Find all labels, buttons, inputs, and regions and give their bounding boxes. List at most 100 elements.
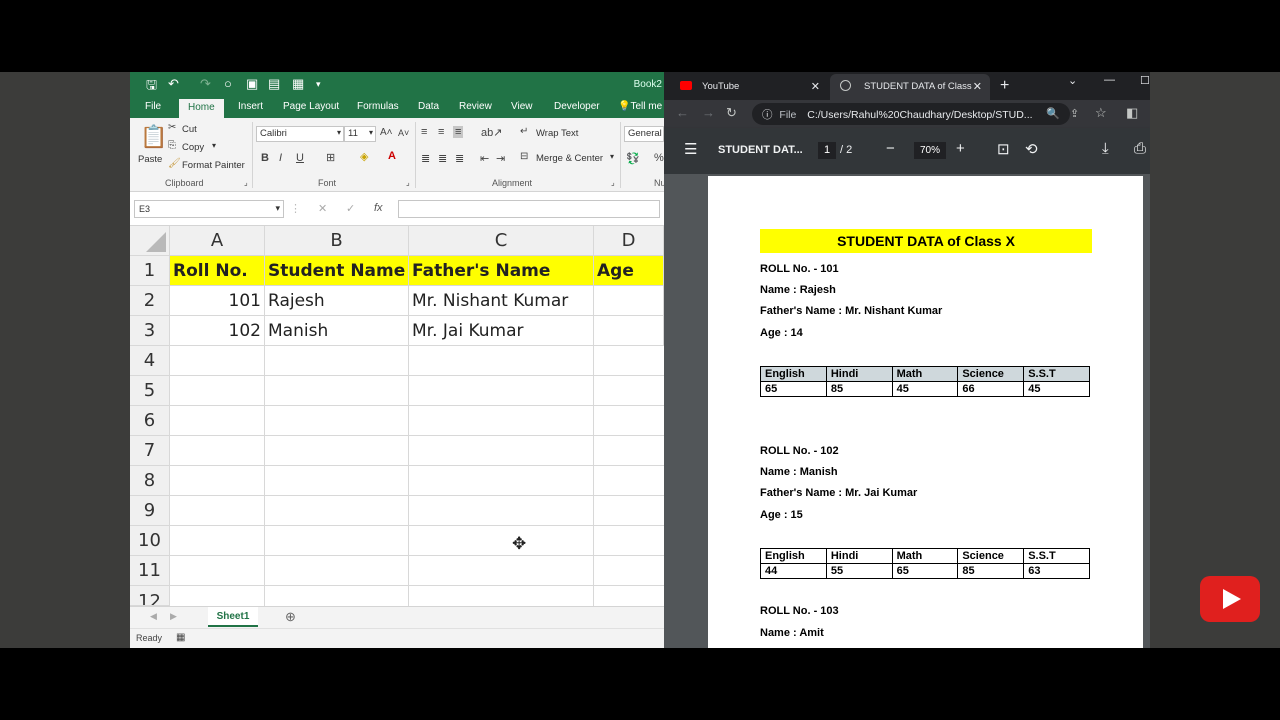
insert-function-icon[interactable]: fx [374,202,383,214]
quick-print-icon[interactable]: ▣ [246,76,258,92]
row-header[interactable]: 5 [130,376,170,406]
tab-review[interactable]: Review [459,101,492,112]
add-sheet-icon[interactable]: ⊕ [285,609,296,625]
align-left-icon[interactable]: ≣ [421,152,430,165]
top-align-icon[interactable]: ≡ [421,126,427,138]
shrink-font-icon[interactable]: A˅ [398,128,409,138]
bold-icon[interactable]: B [261,152,269,164]
currency-icon[interactable]: 💱 [626,152,640,165]
cell-c1[interactable]: Father's Name [409,256,594,286]
cell-c3[interactable]: Mr. Jai Kumar [409,316,594,346]
back-icon[interactable]: ← [676,105,689,120]
middle-align-icon[interactable]: ≡ [438,126,444,138]
cell-d3[interactable] [594,316,664,346]
menu-icon[interactable]: ☰ [684,140,697,158]
close-icon[interactable]: ✕ [973,80,982,93]
zoom-search-icon[interactable]: 🔍 [1046,107,1060,120]
percent-icon[interactable]: % [654,152,664,164]
number-format-select[interactable]: General [624,126,664,142]
tell-me-search[interactable]: 💡Tell me [618,101,662,112]
close-icon[interactable]: ✕ [811,80,820,93]
column-header-b[interactable]: B [265,226,409,256]
reload-icon[interactable]: ↻ [726,105,737,121]
font-name-select[interactable]: Calibri ▾ [256,126,344,142]
minimize-icon[interactable]: — [1104,74,1115,86]
tab-formulas[interactable]: Formulas [357,101,399,112]
undo-icon[interactable]: ↶ [168,76,179,92]
cell-a2[interactable]: 101 [170,286,265,316]
tab-youtube[interactable]: YouTube ✕ [668,74,828,100]
increase-indent-icon[interactable]: ⇥ [496,152,505,165]
tab-search-icon[interactable]: ⌄ [1068,74,1077,87]
cell-d1[interactable]: Age [594,256,664,286]
address-bar[interactable]: ⓘ File C:/Users/Rahul%20Chaudhary/Deskto… [752,103,1070,125]
align-center-icon[interactable]: ≣ [438,152,447,165]
save-icon[interactable]: 🖫 [146,76,157,98]
name-box[interactable]: E3 ▾ [134,200,284,218]
cell-b2[interactable]: Rajesh [265,286,409,316]
forward-icon[interactable]: → [702,105,715,120]
share-icon[interactable]: ⇪ [1070,107,1079,120]
print-preview-icon[interactable]: ▤ [268,76,280,92]
tab-insert[interactable]: Insert [238,101,263,112]
format-painter-button[interactable]: 🖌 Format Painter [168,158,248,172]
tab-student-data[interactable]: STUDENT DATA of Class X ✕ [830,74,990,100]
empty-cells-area[interactable] [170,346,664,606]
cell-a1[interactable]: Roll No. [170,256,265,286]
redo-icon[interactable]: ↷ [200,76,211,92]
merge-center-button[interactable]: ⊟ Merge & Center ▾ [520,151,618,165]
column-header-a[interactable]: A [170,226,265,256]
fit-page-icon[interactable]: ⊡ [997,140,1010,158]
align-right-icon[interactable]: ≣ [455,152,464,165]
paste-button[interactable]: 📋 Paste [136,124,167,172]
copy-button[interactable]: ⎘ Copy ▾ [168,140,218,154]
side-panel-icon[interactable]: ◧ [1126,105,1138,121]
cell-b1[interactable]: Student Name [265,256,409,286]
row-header[interactable]: 9 [130,496,170,526]
download-icon[interactable]: ⤓ [1102,140,1109,157]
font-color-icon[interactable]: A [388,150,396,162]
pdf-viewer[interactable]: STUDENT DATA of Class X ROLL No. - 101 N… [664,174,1150,648]
customize-toolbar-icon[interactable]: ▾ [316,79,321,90]
prev-sheet-icon[interactable]: ◀ [150,611,157,622]
italic-icon[interactable]: I [279,152,282,164]
cut-button[interactable]: ✂ Cut [168,122,208,136]
row-header[interactable]: 2 [130,286,170,316]
cancel-icon[interactable]: ✕ [318,202,327,215]
zoom-in-icon[interactable]: + [956,140,965,157]
new-tab-icon[interactable]: + [1000,77,1009,95]
page-number-input[interactable]: 1 [818,142,836,159]
row-header[interactable]: 1 [130,256,170,286]
tab-home[interactable]: Home [179,99,224,118]
tab-developer[interactable]: Developer [554,101,600,112]
print-icon[interactable]: ⎙ [1134,140,1146,157]
underline-icon[interactable]: U [296,152,304,164]
row-header[interactable]: 7 [130,436,170,466]
borders-icon[interactable]: ⊞ [326,151,335,164]
wrap-text-button[interactable]: ↵ Wrap Text [520,126,590,140]
maximize-icon[interactable]: ☐ [1140,74,1150,87]
macro-record-icon[interactable]: ▦ [176,632,185,643]
bottom-align-icon[interactable]: ≡ [453,126,464,138]
font-size-select[interactable]: 11 ▾ [344,126,376,142]
orientation-icon[interactable]: ab↗ [481,126,502,139]
grow-font-icon[interactable]: A˄ [380,127,393,138]
tab-page-layout[interactable]: Page Layout [283,101,339,112]
zoom-out-icon[interactable]: − [886,140,895,157]
circle-icon[interactable]: ○ [224,76,232,91]
tab-file[interactable]: File [145,101,161,112]
row-header[interactable]: 10 [130,526,170,556]
bookmark-star-icon[interactable]: ☆ [1095,105,1107,121]
cell-b3[interactable]: Manish [265,316,409,346]
column-header-c[interactable]: C [409,226,594,256]
row-header[interactable]: 6 [130,406,170,436]
row-header[interactable]: 8 [130,466,170,496]
formula-input[interactable] [398,200,660,218]
enter-icon[interactable]: ✓ [346,202,355,215]
cell-c2[interactable]: Mr. Nishant Kumar [409,286,594,316]
youtube-play-button-icon[interactable] [1200,576,1260,622]
row-header[interactable]: 12 [130,586,170,606]
form-icon[interactable]: ▦ [292,76,304,92]
dialog-launcher-icon[interactable]: ⌟ [244,178,248,187]
decrease-indent-icon[interactable]: ⇤ [480,152,489,165]
